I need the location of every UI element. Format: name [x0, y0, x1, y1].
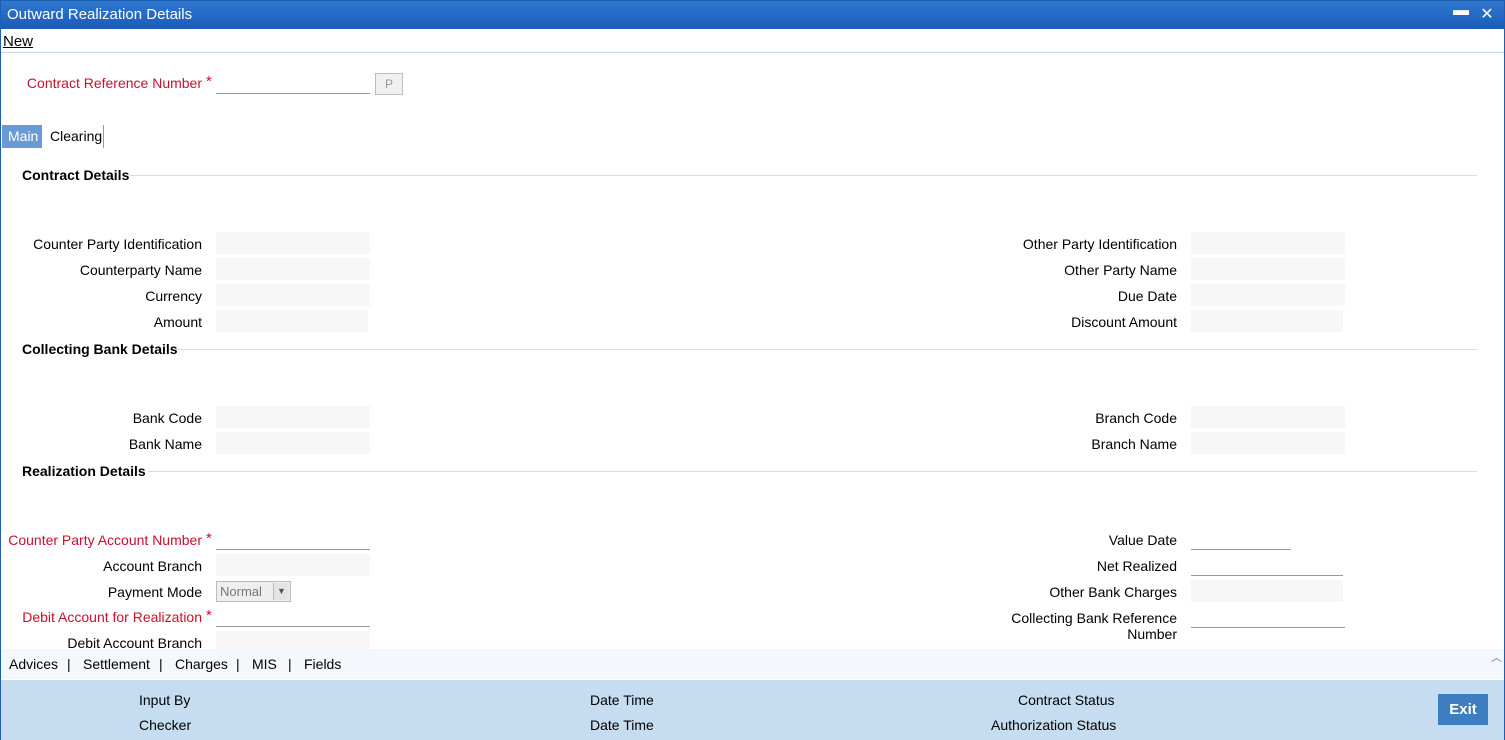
new-menu-item[interactable]: New [3, 33, 33, 50]
net-realized-label: Net Realized [1096, 558, 1177, 574]
title-bar: Outward Realization Details ▬ ✕ [1, 1, 1504, 29]
p-button[interactable]: P [375, 73, 403, 95]
amount-field[interactable] [216, 310, 368, 332]
branch-code-label: Branch Code [1095, 410, 1177, 426]
cp-account-number-label: Counter Party Account Number [8, 532, 202, 548]
chevron-down-icon[interactable]: ▼ [273, 583, 289, 600]
scroll-up-icon[interactable]: ︿ [1491, 649, 1502, 665]
currency-field[interactable] [216, 284, 370, 306]
close-icon[interactable]: ✕ [1477, 4, 1497, 26]
charges-link[interactable]: Charges [175, 656, 228, 672]
contract-reference-label: Contract Reference Number [26, 75, 202, 91]
counter-party-id-field[interactable] [216, 232, 370, 254]
required-marker: * [206, 530, 212, 547]
contract-details-heading: Contract Details [22, 167, 130, 183]
bank-name-field[interactable] [216, 432, 370, 454]
input-by-label: Input By [139, 692, 191, 708]
exit-button[interactable]: Exit [1438, 694, 1488, 725]
branch-name-label: Branch Name [1091, 436, 1177, 452]
link-separator: | [159, 656, 163, 672]
payment-mode-label: Payment Mode [107, 584, 202, 600]
account-branch-field[interactable] [216, 554, 370, 576]
contract-status-label: Contract Status [1018, 692, 1115, 708]
counterparty-name-field[interactable] [216, 258, 370, 280]
bank-code-label: Bank Code [132, 410, 202, 426]
bank-name-label: Bank Name [128, 436, 202, 452]
date-time-label-2: Date Time [590, 717, 654, 733]
realization-rule [148, 471, 1477, 472]
minimize-icon[interactable]: ▬ [1451, 2, 1471, 24]
bank-code-field[interactable] [216, 406, 370, 428]
menu-divider [1, 52, 1504, 53]
other-bank-charges-field[interactable] [1191, 580, 1343, 602]
mis-link[interactable]: MIS [252, 656, 277, 672]
payment-mode-value: Normal [220, 584, 262, 599]
branch-code-field[interactable] [1191, 406, 1345, 428]
contract-details-rule [129, 175, 1477, 176]
payment-mode-select[interactable]: Normal ▼ [216, 581, 291, 602]
debit-account-input[interactable] [216, 605, 370, 627]
discount-amount-label: Discount Amount [1071, 314, 1177, 330]
advices-link[interactable]: Advices [9, 656, 58, 672]
account-branch-label: Account Branch [103, 558, 202, 574]
contract-reference-input[interactable] [216, 72, 370, 94]
date-time-label-1: Date Time [590, 692, 654, 708]
due-date-field[interactable] [1191, 284, 1345, 306]
debit-account-label: Debit Account for Realization [22, 609, 202, 625]
required-marker: * [206, 73, 212, 90]
link-separator: | [236, 656, 240, 672]
other-party-id-field[interactable] [1191, 232, 1345, 254]
collecting-bank-ref-label-1: Collecting Bank Reference [1011, 610, 1177, 626]
audit-footer [1, 680, 1504, 740]
net-realized-input[interactable] [1191, 554, 1343, 576]
collecting-bank-ref-input[interactable] [1191, 606, 1345, 628]
branch-name-field[interactable] [1191, 432, 1345, 454]
link-separator: | [288, 656, 292, 672]
realization-heading: Realization Details [22, 463, 146, 479]
collecting-bank-rule [176, 349, 1477, 350]
collecting-bank-ref-label-2: Number [1127, 626, 1177, 642]
other-party-id-label: Other Party Identification [1022, 236, 1177, 252]
other-party-name-field[interactable] [1191, 258, 1345, 280]
due-date-label: Due Date [1117, 288, 1177, 304]
other-party-name-label: Other Party Name [1064, 262, 1177, 278]
counter-party-id-label: Counter Party Identification [33, 236, 202, 252]
checker-label: Checker [139, 717, 192, 733]
collecting-bank-heading: Collecting Bank Details [22, 341, 178, 357]
tab-clearing[interactable]: Clearing [44, 125, 108, 148]
discount-amount-field[interactable] [1191, 310, 1343, 332]
settlement-link[interactable]: Settlement [83, 656, 150, 672]
fields-link[interactable]: Fields [304, 656, 341, 672]
window-title: Outward Realization Details [7, 6, 193, 23]
required-marker: * [206, 607, 212, 624]
tab-divider [103, 125, 104, 148]
amount-label: Amount [153, 314, 202, 330]
value-date-input[interactable] [1191, 528, 1291, 550]
cp-account-number-input[interactable] [216, 528, 370, 550]
value-date-label: Value Date [1108, 532, 1177, 548]
counterparty-name-label: Counterparty Name [79, 262, 202, 278]
currency-label: Currency [145, 288, 202, 304]
other-bank-charges-label: Other Bank Charges [1049, 584, 1177, 600]
debit-account-branch-field[interactable] [216, 631, 370, 649]
window: Outward Realization Details ▬ ✕ New Cont… [0, 0, 1505, 740]
link-separator: | [67, 656, 71, 672]
tab-main[interactable]: Main [2, 125, 42, 148]
authorization-status-label: Authorization Status [991, 717, 1117, 733]
